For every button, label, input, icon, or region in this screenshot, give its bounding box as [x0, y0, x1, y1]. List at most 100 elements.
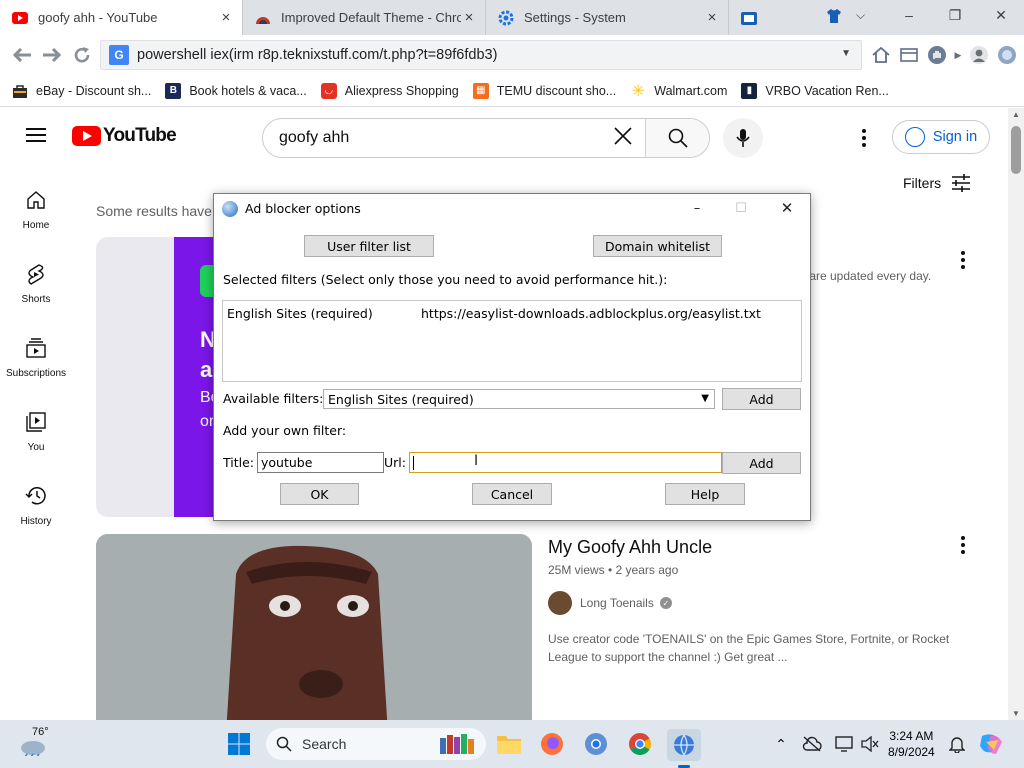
close-window-button[interactable]: ✕ [978, 0, 1024, 30]
restore-button[interactable]: ❐ [932, 0, 978, 30]
browser-globe-icon[interactable] [667, 729, 701, 761]
sync-globe-icon[interactable] [996, 44, 1018, 66]
new-tab-app-icon[interactable] [729, 9, 769, 27]
volume-muted-icon[interactable] [855, 729, 885, 759]
adblock-hand-icon[interactable] [926, 44, 948, 66]
bookmark-label: VRBO Vacation Ren... [765, 83, 889, 98]
sidebar-item-shorts[interactable]: Shorts [0, 258, 72, 332]
video-title[interactable]: My Goofy Ahh Uncle [548, 537, 712, 558]
url-field[interactable] [409, 452, 722, 473]
start-windows-icon[interactable] [224, 729, 254, 759]
chrome-blue-icon[interactable] [581, 729, 611, 759]
globe-icon [222, 200, 238, 217]
video-more-icon[interactable] [961, 251, 965, 272]
home-icon[interactable] [870, 44, 892, 66]
weather-widget[interactable]: 76° [18, 726, 49, 756]
dialog-close-button[interactable]: ✕ [764, 194, 810, 222]
add-available-filter-button[interactable]: Add [722, 388, 801, 410]
sidebar-label: History [20, 516, 52, 527]
search-box[interactable]: goofy ahh [262, 118, 710, 158]
domain-whitelist-button[interactable]: Domain whitelist [593, 235, 722, 257]
cancel-button[interactable]: Cancel [472, 483, 552, 505]
bookmark-aliexpress[interactable]: ◡ Aliexpress Shopping [320, 82, 459, 99]
list-item[interactable]: English Sites (required) https://easylis… [223, 301, 801, 321]
url-label: Url: [384, 455, 406, 470]
search-icon [276, 736, 292, 752]
tab-close-icon[interactable]: × [218, 9, 234, 26]
extension-icons: ▶ [870, 44, 1018, 66]
settings-gear-icon [498, 10, 514, 26]
bookmark-walmart[interactable]: ✳ Walmart.com [630, 83, 728, 100]
clear-search-icon[interactable] [601, 125, 645, 151]
file-explorer-icon[interactable] [494, 729, 524, 759]
youtube-logo[interactable]: YouTube [72, 125, 177, 147]
sidebar-item-you[interactable]: You [0, 406, 72, 480]
bookmark-temu[interactable]: ▦ TEMU discount sho... [472, 82, 616, 99]
copilot-icon[interactable] [976, 729, 1006, 759]
taskbar-search[interactable]: Search [266, 728, 486, 760]
title-field[interactable]: youtube [257, 452, 384, 473]
settings-more-icon[interactable] [862, 129, 866, 150]
back-icon[interactable] [8, 41, 36, 69]
tab-search-chevron-icon[interactable]: ⌵ [856, 8, 865, 23]
shirt-icon[interactable] [826, 8, 842, 29]
filters-button[interactable]: Filters [903, 174, 971, 192]
url-text: powershell iex(irm r8p.teknixstuff.com/t… [137, 47, 498, 63]
search-input[interactable]: goofy ahh [263, 129, 601, 147]
dropdown-arrow-icon[interactable]: ▼ [841, 48, 851, 59]
chrome-icon[interactable] [625, 729, 655, 759]
notification-bell-icon[interactable] [942, 729, 972, 759]
sidebar-item-subscriptions[interactable]: Subscriptions [0, 332, 72, 406]
sign-in-label: Sign in [932, 129, 978, 145]
add-own-filter-button[interactable]: Add [722, 452, 801, 474]
video-more-icon[interactable] [961, 536, 965, 557]
tab-close-icon[interactable]: × [704, 9, 720, 26]
site-info-icon[interactable]: G [109, 45, 129, 65]
tab-youtube[interactable]: goofy ahh - YouTube × [0, 0, 243, 35]
tab-close-icon[interactable]: × [461, 9, 477, 26]
video-description: Use creator code 'TOENAILS' on the Epic … [548, 632, 950, 664]
system-clock[interactable]: 3:24 AM 8/9/2024 [888, 728, 935, 760]
available-filters-select[interactable]: English Sites (required) ▼ [323, 389, 715, 409]
minimize-button[interactable]: – [886, 0, 932, 30]
address-bar[interactable]: G powershell iex(irm r8p.teknixstuff.com… [100, 40, 862, 70]
video-thumbnail-2[interactable] [96, 534, 532, 720]
weather-cloud-icon [21, 741, 46, 756]
selected-filters-list[interactable]: English Sites (required) https://easylis… [222, 300, 802, 382]
cloud-sync-off-icon[interactable] [797, 729, 827, 759]
reload-icon[interactable] [68, 41, 96, 69]
scroll-down-icon[interactable]: ▼ [1008, 709, 1024, 718]
ad-blocker-dialog: Ad blocker options – ☐ ✕ User filter lis… [213, 193, 811, 521]
channel-name[interactable]: Long Toenails [580, 596, 654, 610]
extension-arrow-icon[interactable]: ▶ [954, 44, 962, 66]
channel-avatar[interactable] [548, 591, 572, 615]
dialog-minimize-button[interactable]: – [674, 194, 720, 222]
add-own-filter-label: Add your own filter: [223, 423, 347, 438]
dialog-maximize-button: ☐ [735, 200, 747, 216]
show-hidden-icons-chevron-icon[interactable]: ⌃ [766, 729, 796, 759]
page-scrollbar[interactable]: ▲ ▼ [1008, 108, 1024, 720]
search-highlight-books-icon [440, 734, 474, 754]
bookmark-ebay[interactable]: eBay - Discount sh... [12, 83, 151, 99]
scrollbar-thumb[interactable] [1011, 126, 1021, 174]
tab-theme[interactable]: Improved Default Theme - Chro × [243, 0, 486, 35]
profile-icon[interactable] [968, 44, 990, 66]
forward-icon[interactable] [38, 41, 66, 69]
voice-search-button[interactable] [723, 118, 763, 158]
help-button[interactable]: Help [665, 483, 745, 505]
firefox-icon[interactable] [537, 729, 567, 759]
sidebar-item-home[interactable]: Home [0, 184, 72, 258]
tab-settings[interactable]: Settings - System × [486, 0, 729, 35]
user-filter-list-button[interactable]: User filter list [304, 235, 434, 257]
sign-in-button[interactable]: Sign in [892, 120, 990, 154]
channel-row[interactable]: Long Toenails ✓ [548, 591, 672, 615]
bookmark-vrbo[interactable]: ▮ VRBO Vacation Ren... [741, 82, 889, 99]
window-icon[interactable] [898, 44, 920, 66]
ok-button[interactable]: OK [280, 483, 359, 505]
sidebar-item-history[interactable]: History [0, 480, 72, 554]
menu-icon[interactable] [26, 128, 46, 142]
scroll-up-icon[interactable]: ▲ [1008, 110, 1024, 119]
search-button[interactable] [645, 119, 709, 157]
dialog-title: Ad blocker options [245, 201, 361, 216]
bookmark-booking[interactable]: B Book hotels & vaca... [165, 82, 307, 99]
